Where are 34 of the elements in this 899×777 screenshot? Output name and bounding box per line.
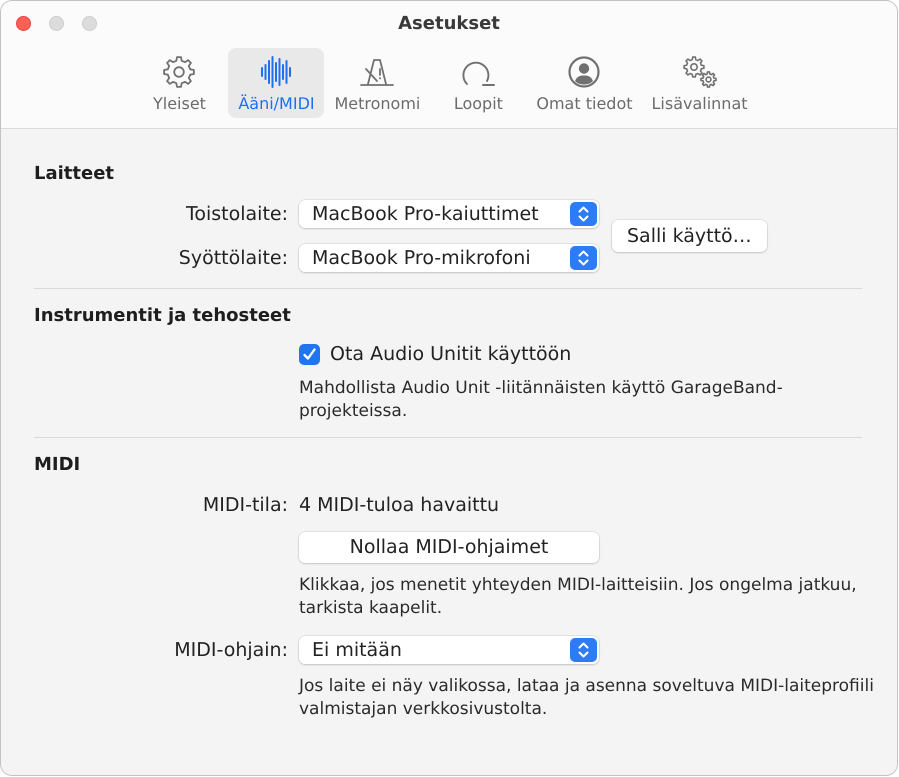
tab[interactable]: Loopit: [430, 48, 526, 118]
help-text: Klikkaa, jos menetit yhteyden MIDI-laitteisiin. Jos ongelma jatkuu, tarkista kaapelit.: [299, 574, 858, 620]
metronome-icon: [360, 57, 394, 87]
tab[interactable]: Yleiset: [131, 48, 228, 118]
checkbox[interactable]: [299, 344, 320, 364]
reset-button[interactable]: Nollaa MIDI-ohjaimet: [299, 532, 599, 563]
section-title: MIDI: [34, 455, 80, 475]
field-label: Toistolaite:: [186, 202, 288, 226]
popup-menu[interactable]: MacBook Pro-kaiuttimet: [299, 200, 599, 228]
person-circle-icon: [568, 56, 600, 88]
window-title: Asetukset: [398, 12, 500, 36]
close-icon[interactable]: [16, 16, 31, 30]
popup-menu[interactable]: MacBook Pro-mikrofoni: [299, 244, 599, 272]
popup-menu[interactable]: Ei mitään: [299, 636, 599, 664]
tab[interactable]: Omat tiedot: [527, 48, 642, 118]
gears-icon: [682, 56, 717, 88]
section-title: Laitteet: [34, 164, 114, 184]
field-label: MIDI-ohjain:: [174, 638, 288, 662]
field-label: Syöttölaite:: [178, 246, 288, 270]
tab[interactable]: Metronomi: [325, 48, 430, 118]
help-text: Jos laite ei näy valikossa, lataa ja asenna soveltuva MIDI-laiteprofiili valmistajan verkkosivustolta.: [299, 675, 875, 721]
chevron-up-down-icon: [570, 202, 597, 226]
tab[interactable]: Lisävalinnat: [642, 48, 757, 118]
section-title: Instrumentit ja tehosteet: [34, 306, 291, 326]
chevron-up-down-icon: [570, 246, 597, 270]
waveform-icon: [260, 56, 292, 88]
tab[interactable]: Ääni/MIDI: [228, 48, 324, 118]
field-label: MIDI-tila:: [202, 493, 288, 517]
gear-icon: [163, 56, 196, 88]
chevron-up-down-icon: [570, 638, 597, 662]
allow-access-button[interactable]: Salli käyttö…: [612, 220, 767, 252]
status-text: 4 MIDI-tuloa havaittu: [299, 493, 500, 517]
help-text: Mahdollista Audio Unit -liitännäisten käyttö GarageBand-projekteissa.: [299, 377, 784, 423]
checkbox-label[interactable]: Ota Audio Unitit käyttöön: [330, 342, 572, 366]
